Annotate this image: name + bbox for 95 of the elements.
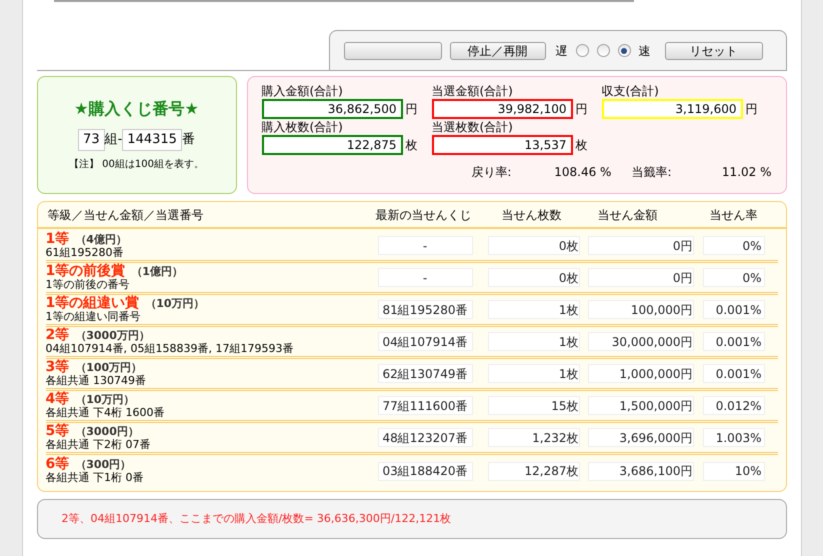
- reset-button[interactable]: リセット: [664, 42, 762, 60]
- unit-label: 枚: [576, 137, 588, 154]
- slow-label: 遅: [556, 42, 568, 60]
- winning-numbers: 1等の前後の番号: [46, 278, 130, 290]
- message-text: 2等、04組107914番、ここまでの購入金額/枚数= 36,636,300円/122,121枚: [62, 510, 452, 527]
- speed-radio[interactable]: [596, 44, 610, 57]
- total-label: 購入金額(合計): [262, 83, 344, 99]
- column-header: 当せん枚数: [500, 206, 562, 224]
- total-label: 当選枚数(合計): [432, 119, 514, 135]
- prize-amount: （3000円）: [75, 424, 139, 438]
- amount-cell: 0円: [588, 268, 694, 287]
- prize-name: 1等: [46, 232, 70, 246]
- winning-numbers: 各組共通 下4桁 1600番: [46, 406, 166, 418]
- rate-cell: 10%: [702, 462, 764, 480]
- total-label: 購入枚数(合計): [262, 119, 344, 135]
- blank-button[interactable]: [344, 42, 442, 60]
- latest-cell: 48組123207番: [378, 428, 472, 447]
- prize-amount: （3000万円）: [75, 328, 150, 342]
- note-text: 【注】 00組は100組を表す。: [69, 158, 204, 172]
- prize-amount: （10万円）: [75, 392, 135, 406]
- group-label: 組-: [104, 131, 122, 150]
- pause-resume-button[interactable]: 停止／再開: [450, 42, 546, 60]
- count-cell: 0枚: [488, 236, 580, 255]
- total-label: 当選金額(合計): [432, 83, 514, 99]
- prize-amount: （100万円）: [75, 360, 142, 374]
- unit-label: 円: [576, 101, 588, 118]
- prize-amount: （10万円）: [145, 296, 205, 310]
- rate-cell: 0.001%: [702, 364, 764, 383]
- number-field[interactable]: 144315: [122, 129, 182, 151]
- ticket-title: ★購入くじ番号★: [74, 98, 199, 120]
- value-field: 13,537: [432, 135, 572, 155]
- column-header: 最新の当せんくじ: [376, 206, 472, 224]
- value-field: 3,119,600: [602, 99, 742, 119]
- count-cell: 1,232枚: [488, 428, 580, 447]
- speed-radio[interactable]: [618, 44, 630, 57]
- winning-numbers: 61組195280番: [46, 246, 124, 258]
- group-field[interactable]: 73: [78, 129, 105, 151]
- unit-label: 円: [406, 101, 418, 118]
- count-cell: 1枚: [488, 300, 580, 319]
- value-field: 122,875: [262, 135, 402, 155]
- unit-label: 円: [746, 101, 758, 118]
- latest-cell: -: [378, 268, 472, 287]
- rate-value: 11.02 %: [720, 164, 772, 181]
- winning-numbers: 各組共通 下1桁 0番: [46, 471, 144, 484]
- rate-value: 108.46 %: [553, 164, 612, 181]
- count-cell: 0枚: [488, 268, 580, 287]
- fast-label: 速: [638, 42, 650, 60]
- column-header: 等級／当せん金額／当選番号: [48, 206, 204, 224]
- column-header: 当せん率: [708, 206, 758, 224]
- latest-cell: -: [378, 236, 472, 255]
- prize-name: 2等: [46, 328, 70, 342]
- number-label: 番: [182, 131, 195, 150]
- rate-label: 戻り率:: [471, 164, 512, 181]
- amount-cell: 3,686,100円: [588, 462, 694, 480]
- amount-cell: 3,696,000円: [588, 428, 694, 447]
- latest-cell: 77組111600番: [378, 396, 472, 415]
- amount-cell: 0円: [588, 236, 694, 255]
- prize-name: 6等: [46, 458, 70, 471]
- latest-cell: 62組130749番: [378, 364, 472, 383]
- amount-cell: 1,500,000円: [588, 396, 694, 415]
- prize-amount: （1億円）: [131, 264, 183, 278]
- latest-cell: 03組188420番: [378, 462, 472, 480]
- winning-numbers: 各組共通 下2桁 07番: [46, 438, 152, 450]
- unit-label: 枚: [406, 137, 418, 154]
- count-cell: 1枚: [488, 332, 580, 351]
- prize-name: 4等: [46, 392, 70, 406]
- column-header: 当せん金額: [596, 206, 658, 224]
- count-cell: 1枚: [488, 364, 580, 383]
- count-cell: 12,287枚: [488, 462, 580, 480]
- latest-cell: 04組107914番: [378, 332, 472, 351]
- prize-amount: （4億円）: [75, 232, 127, 246]
- amount-cell: 100,000円: [588, 300, 694, 319]
- amount-cell: 30,000,000円: [588, 332, 694, 351]
- rate-label: 当籤率:: [631, 164, 672, 181]
- winning-numbers: 1等の組違い同番号: [46, 310, 142, 322]
- latest-cell: 81組195280番: [378, 300, 472, 319]
- count-cell: 15枚: [488, 396, 580, 415]
- rate-cell: 1.003%: [702, 428, 764, 447]
- prize-name: 5等: [46, 424, 70, 438]
- value-field: 39,982,100: [432, 99, 572, 119]
- winning-numbers: 各組共通 130749番: [46, 374, 147, 386]
- prize-amount: （300円）: [75, 458, 132, 471]
- rate-cell: 0%: [702, 268, 764, 287]
- rate-cell: 0%: [702, 236, 764, 255]
- prize-name: 1等の組違い賞: [46, 296, 140, 310]
- rate-cell: 0.001%: [702, 300, 764, 319]
- rate-cell: 0.012%: [702, 396, 764, 415]
- winning-numbers: 04組107914番, 05組158839番, 17組179593番: [46, 342, 294, 354]
- prize-name: 3等: [46, 360, 70, 374]
- speed-radio[interactable]: [576, 44, 588, 57]
- rate-cell: 0.001%: [702, 332, 764, 351]
- amount-cell: 1,000,000円: [588, 364, 694, 383]
- total-label: 収支(合計): [602, 83, 660, 99]
- prize-name: 1等の前後賞: [46, 264, 126, 278]
- value-field: 36,862,500: [262, 99, 402, 119]
